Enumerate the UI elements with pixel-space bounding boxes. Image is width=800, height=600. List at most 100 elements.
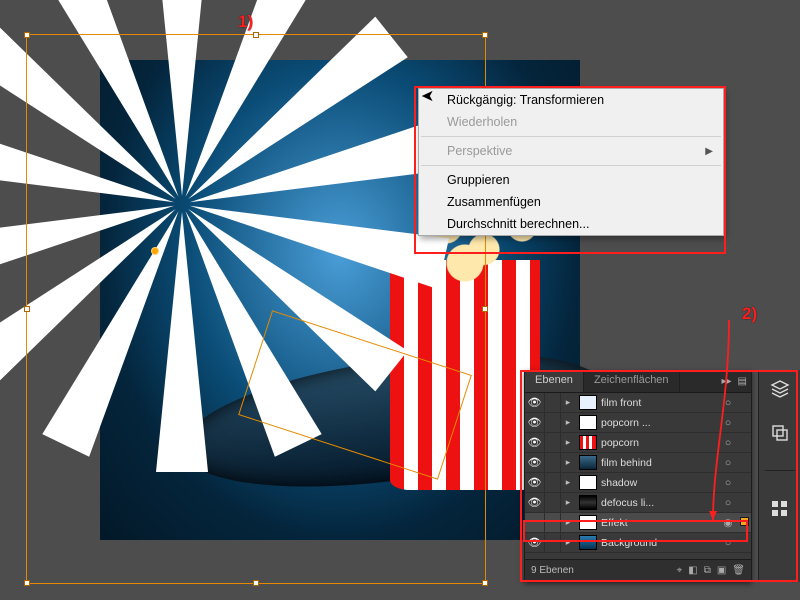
target-icon[interactable]: ○	[719, 397, 737, 409]
locate-object-icon[interactable]: ⌖	[677, 565, 683, 576]
panel-expand-icon[interactable]: ▸▸	[722, 376, 732, 387]
layers-list[interactable]: ▸film front○▸popcorn ...○▸popcorn○▸film …	[525, 393, 751, 559]
annotation-2: 2)	[742, 304, 757, 324]
disclosure-triangle-icon[interactable]: ▸	[561, 417, 575, 428]
popcorn-bucket-graphic	[390, 260, 540, 490]
lock-column[interactable]	[545, 513, 561, 532]
menu-average[interactable]: Durchschnitt berechnen...	[419, 213, 723, 235]
dock-separator	[765, 470, 795, 471]
menu-perspective: Perspektive ▶	[419, 140, 723, 162]
resize-handle[interactable]	[24, 580, 30, 586]
disclosure-triangle-icon[interactable]: ▸	[561, 457, 575, 468]
layers-dock-icon[interactable]	[769, 378, 791, 400]
new-sublayer-icon[interactable]: ⧉	[704, 565, 711, 576]
target-icon[interactable]: ○	[719, 497, 737, 509]
eye-icon	[528, 496, 542, 509]
visibility-toggle[interactable]	[525, 513, 545, 532]
assets-dock-icon[interactable]	[769, 497, 791, 519]
menu-group[interactable]: Gruppieren	[419, 169, 723, 191]
layer-row[interactable]: ▸ defocus li...○	[525, 493, 751, 513]
resize-handle[interactable]	[482, 32, 488, 38]
layer-name[interactable]: popcorn ...	[601, 417, 719, 429]
menu-redo: Wiederholen	[419, 111, 723, 133]
layer-row[interactable]: ▸ film front○	[525, 393, 751, 413]
layer-row[interactable]: ▸ popcorn ...○	[525, 413, 751, 433]
eye-icon	[528, 416, 542, 429]
target-icon[interactable]: ○	[719, 457, 737, 469]
selection-indicator[interactable]	[737, 517, 751, 529]
disclosure-triangle-icon[interactable]: ▸	[561, 497, 575, 508]
resize-handle[interactable]	[253, 580, 259, 586]
selection-color-box	[740, 517, 749, 526]
new-layer-icon[interactable]: ▣	[717, 565, 726, 576]
lock-column[interactable]	[545, 433, 561, 452]
eye-icon	[528, 456, 542, 469]
lock-column[interactable]	[545, 413, 561, 432]
disclosure-triangle-icon[interactable]: ▸	[561, 437, 575, 448]
lock-column[interactable]	[545, 393, 561, 412]
panel-footer: 9 Ebenen ⌖ ◧ ⧉ ▣ 🗑	[525, 559, 751, 581]
menu-separator	[421, 136, 721, 137]
panel-tab-bar: Ebenen Zeichenflächen ▸▸ ▤	[525, 371, 751, 393]
make-clipping-mask-icon[interactable]: ◧	[688, 565, 697, 576]
layer-row[interactable]: ▸ popcorn○	[525, 433, 751, 453]
visibility-toggle[interactable]	[525, 473, 545, 492]
layer-name[interactable]: film front	[601, 397, 719, 409]
target-icon[interactable]: ◉	[719, 517, 737, 529]
disclosure-triangle-icon[interactable]: ▸	[561, 477, 575, 488]
layer-row[interactable]: ▸ shadow○	[525, 473, 751, 493]
layer-name[interactable]: Effekt	[601, 517, 719, 529]
tab-artboards[interactable]: Zeichenflächen	[584, 371, 680, 392]
visibility-toggle[interactable]	[525, 393, 545, 412]
layer-row[interactable]: ▸ film behind○	[525, 453, 751, 473]
panel-menu-icon[interactable]: ▤	[738, 376, 747, 387]
layer-name[interactable]: popcorn	[601, 437, 719, 449]
disclosure-triangle-icon[interactable]: ▸	[561, 397, 575, 408]
context-menu: Rückgängig: Transformieren Wiederholen P…	[418, 88, 724, 236]
artboards-dock-icon[interactable]	[769, 422, 791, 444]
layer-thumbnail	[579, 415, 597, 430]
submenu-arrow-icon: ▶	[705, 146, 713, 157]
layer-count: 9 Ebenen	[531, 565, 574, 576]
selection-center-point	[152, 248, 158, 254]
lock-column[interactable]	[545, 473, 561, 492]
visibility-toggle[interactable]	[525, 413, 545, 432]
layer-thumbnail	[579, 435, 597, 450]
visibility-toggle[interactable]	[525, 453, 545, 472]
cursor-icon: ➤	[421, 86, 434, 106]
lock-column[interactable]	[545, 533, 561, 552]
starburst-rays[interactable]	[0, 0, 386, 434]
disclosure-triangle-icon[interactable]: ▸	[561, 517, 575, 528]
resize-handle[interactable]	[482, 580, 488, 586]
lock-column[interactable]	[545, 493, 561, 512]
annotation-1: 1)	[238, 12, 253, 32]
tab-layers[interactable]: Ebenen	[525, 371, 584, 392]
layer-name[interactable]: Background	[601, 537, 719, 549]
visibility-toggle[interactable]	[525, 433, 545, 452]
layer-thumbnail	[579, 395, 597, 410]
layer-thumbnail	[579, 495, 597, 510]
disclosure-triangle-icon[interactable]: ▸	[561, 537, 575, 548]
layer-thumbnail	[579, 455, 597, 470]
eye-icon	[528, 436, 542, 449]
target-icon[interactable]: ○	[719, 417, 737, 429]
menu-separator	[421, 165, 721, 166]
delete-layer-icon[interactable]: 🗑	[732, 565, 745, 576]
target-icon[interactable]: ○	[719, 477, 737, 489]
menu-undo[interactable]: Rückgängig: Transformieren	[419, 89, 723, 111]
layer-name[interactable]: defocus li...	[601, 497, 719, 509]
visibility-toggle[interactable]	[525, 493, 545, 512]
layer-row[interactable]: ▸ Effekt◉	[525, 513, 751, 533]
layer-thumbnail	[579, 515, 597, 530]
visibility-toggle[interactable]	[525, 533, 545, 552]
menu-join[interactable]: Zusammenfügen	[419, 191, 723, 213]
target-icon[interactable]: ○	[719, 437, 737, 449]
lock-column[interactable]	[545, 453, 561, 472]
layers-panel: Ebenen Zeichenflächen ▸▸ ▤ ▸film front○▸…	[524, 370, 752, 582]
target-icon[interactable]: ○	[719, 537, 737, 549]
layer-name[interactable]: film behind	[601, 457, 719, 469]
panel-dock	[758, 370, 800, 582]
layer-row[interactable]: ▸ Background○	[525, 533, 751, 553]
eye-icon	[528, 536, 542, 549]
layer-name[interactable]: shadow	[601, 477, 719, 489]
